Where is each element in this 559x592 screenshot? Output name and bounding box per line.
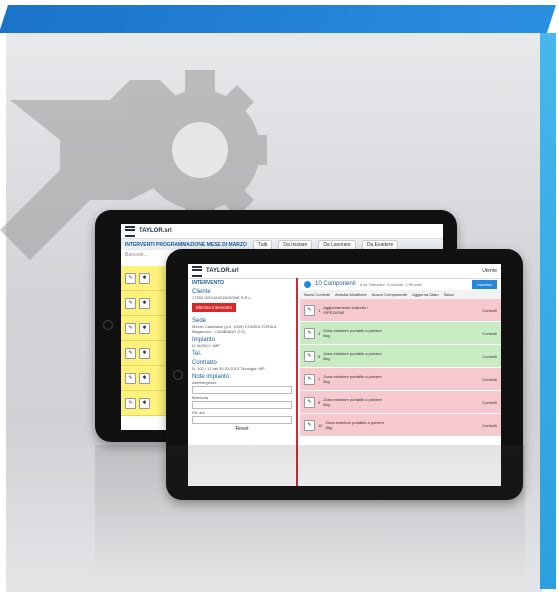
brand-label: TAYLOR.srl [206, 268, 239, 274]
row-status: Controlli [482, 399, 497, 405]
toolbar-item[interactable]: Aggiorna Stato [412, 292, 438, 297]
tab-tutti[interactable]: Tutti [252, 239, 273, 250]
edit-icon[interactable]: ✎ [304, 396, 315, 408]
tablet-reflection [95, 445, 525, 585]
gear-icon[interactable]: ✱ [139, 272, 150, 284]
row-name: Zona estintore portatile a polvere 6kg [323, 374, 382, 384]
edit-icon[interactable]: ✎ [304, 419, 315, 431]
toolbar-item[interactable]: Nuovo Componente [372, 292, 408, 297]
components-title: 10 Componenti [315, 281, 356, 287]
gear-icon[interactable]: ✱ [139, 347, 150, 359]
reset-button[interactable]: Reset [192, 426, 292, 432]
row-name: Zona estintore portatile a polvere 6kg [323, 328, 382, 338]
table-row[interactable]: ✎ 10 Zona estintore portatile a polvere 6k… [300, 414, 501, 437]
gear-icon[interactable]: ✱ [139, 322, 150, 334]
section-title: INTERVENTO [192, 280, 225, 286]
edit-icon[interactable]: ✎ [125, 322, 136, 334]
edit-icon[interactable]: ✎ [125, 347, 136, 359]
photo-frame: TAYLOR.srl INTERVENTI PROGRAMMAZIONE MES… [0, 0, 559, 592]
components-subtitle: 5 da Fatturare, 3 parziali, 0 Rinviati [359, 281, 422, 287]
row-pos: 10 [318, 422, 323, 428]
table-row[interactable]: ✎ 5 Zona estintore portatile a polvere 6kg… [300, 345, 501, 368]
row-status: Controlli [482, 376, 497, 382]
back-app-bar: TAYLOR.srl [121, 224, 443, 239]
table-row[interactable]: ✎ 9 Zona estintore portatile a polvere 6kg… [300, 391, 501, 414]
tel-label: Tel. [192, 351, 202, 357]
insert-button[interactable]: Inserisci [472, 279, 497, 289]
page-title: INTERVENTI PROGRAMMAZIONE MESE DI MARZO [125, 241, 247, 248]
tab-da-lavorare[interactable]: Da Lavorare [318, 239, 356, 250]
row-pos: 5 [318, 353, 321, 359]
gear-icon[interactable]: ✱ [139, 297, 150, 309]
front-app-bar: TAYLOR.srl Utente [188, 264, 501, 279]
row-name: Zona estintore portatile a polvere 6kg [323, 351, 382, 361]
menu-icon[interactable] [125, 225, 135, 237]
edit-icon[interactable]: ✎ [125, 372, 136, 384]
form-label: Rif. ant [192, 410, 205, 415]
blue-side-banner [540, 33, 556, 589]
rif-ant-field[interactable] [192, 416, 292, 424]
tab-da-iniziare[interactable]: Da Iniziare [278, 239, 313, 250]
row-status: Controlli [482, 353, 497, 359]
edit-icon[interactable]: ✎ [304, 373, 315, 385]
form-label: Matricola [192, 395, 209, 400]
edit-icon[interactable]: ✎ [304, 327, 315, 339]
toolbar-item[interactable]: Annulla Modifiche [335, 292, 367, 297]
delete-button[interactable]: Elimina Intervento [192, 303, 237, 312]
edit-icon[interactable]: ✎ [304, 350, 315, 362]
home-button [173, 370, 183, 380]
matricola-field[interactable] [192, 401, 292, 409]
row-name: Aggiornamento sollecito / ISPEZIONE [323, 305, 369, 315]
contratto-text: N. 102 / 12 del 30.03.2013 Tipologia: MP [192, 366, 265, 371]
row-name: Zona estintore portatile a polvere 6kg [325, 420, 384, 430]
edit-icon[interactable]: ✎ [125, 397, 136, 409]
blue-top-banner [0, 5, 557, 33]
impianto-text: N. MONO / IMP [192, 343, 220, 348]
row-pos: 1 [318, 307, 321, 313]
row-pos: 3 [318, 330, 321, 336]
brand-label: TAYLOR.srl [139, 228, 172, 234]
form-label: Aliemergenze [192, 380, 217, 385]
edit-icon[interactable]: ✎ [125, 272, 136, 284]
components-toolbar: Nuovi Controlli Annulla Modifiche Nuovo … [300, 290, 501, 299]
tab-da-evadere[interactable]: Da Evadere [361, 239, 399, 250]
row-status: Controlli [482, 422, 497, 428]
home-button [103, 320, 113, 330]
edit-icon[interactable]: ✎ [304, 304, 315, 316]
table-row[interactable]: ✎ 1 Aggiornamento sollecito / ISPEZIONE Con… [300, 299, 501, 322]
menu-icon[interactable] [192, 265, 202, 277]
gear-icon[interactable]: ✱ [139, 372, 150, 384]
table-row[interactable]: ✎ 3 Zona estintore portatile a polvere 6kg… [300, 322, 501, 345]
table-row[interactable]: ✎ 7 Zona estintore portatile a polvere 6kg… [300, 368, 501, 391]
row-pos: 9 [318, 399, 321, 405]
edit-icon[interactable]: ✎ [125, 297, 136, 309]
components-header: 10 Componenti 5 da Fatturare, 3 parziali… [300, 278, 501, 290]
row-name: Zona estintore portatile a polvere 6kg [323, 397, 382, 407]
cliente-text: 17393 ORGANIZZAZIONE S.R.L. [192, 295, 253, 300]
toolbar-item[interactable]: Nuovi Controlli [304, 292, 330, 297]
aliemergenze-field[interactable] [192, 386, 292, 394]
row-status: Controlli [482, 330, 497, 336]
user-label[interactable]: Utente [482, 268, 497, 274]
info-icon [304, 280, 311, 288]
row-status: Controlli [482, 307, 497, 313]
gear-icon[interactable]: ✱ [139, 397, 150, 409]
row-pos: 7 [318, 376, 321, 382]
sede-text: Mezzo Cambiano (p.e. 1049) CONSULTORIA A… [192, 324, 277, 334]
toolbar-item[interactable]: Salva [444, 292, 454, 297]
